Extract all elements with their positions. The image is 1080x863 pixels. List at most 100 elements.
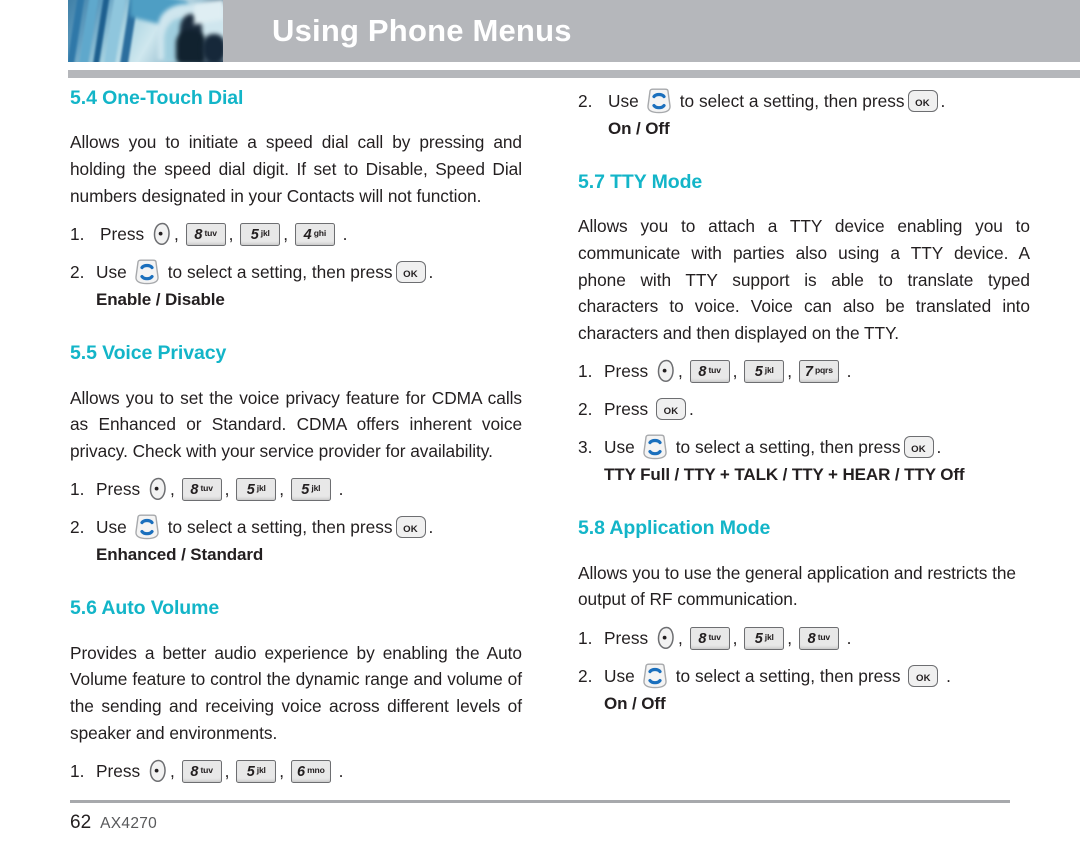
keypad-key-5: 5 jkl [744,626,785,650]
navigation-up-down-key-icon [132,514,162,540]
ok-key-icon: OK [907,90,938,112]
options-text: On / Off [608,119,670,138]
step-label: Use [604,666,635,687]
keypad-key-4: 4 ghi [294,222,335,246]
menu-key-icon [148,759,168,783]
step-number: 2. [578,399,593,420]
step-label: Press [604,361,649,382]
step-press-keys: 1. Press , 8 tuv, 5 jkl, 5 jkl . [70,476,522,502]
ok-key-icon: OK [903,436,934,459]
options-row: TTY Full / TTY + TALK / TTY + HEAR / TTY… [578,462,1030,488]
keypad-key-8b: 8 tuv [798,626,839,650]
step-number: 2. [70,262,85,283]
right-column: 2. Use to select a setting, then press O… [578,88,1030,717]
section-heading: 5.7 TTY Mode [578,171,703,193]
options-text: TTY Full / TTY + TALK / TTY + HEAR / TTY… [604,465,965,485]
page-header: Using Phone Menus [0,0,1080,62]
menu-key-icon [656,626,676,650]
menu-key-icon [656,359,676,383]
step-label: Press [100,224,145,245]
keypad-key-5: 5 jkl [236,759,277,783]
keypad-key-7: 7 pqrs [798,359,839,383]
section-auto-volume: 5.6 Auto Volume Provides a better audio … [70,597,522,784]
step-label: Press [96,479,141,500]
options-row: On / Off [578,116,1030,142]
step-tail-text: to select a setting, then press [167,262,393,283]
step-press-keys: 1. Press , 8 tuv, 5 jkl, 6 mno . [70,758,522,784]
step-number: 2. [578,666,593,687]
step-select-setting: 2. Use to select a setting, then press O… [70,259,522,285]
step-select-setting: 2. Use to select a setting, then press O… [70,514,522,540]
menu-key-icon [148,477,168,501]
options-row: Enhanced / Standard [70,542,522,568]
keypad-key-5: 5 jkl [240,222,281,246]
step-number: 2. [578,91,593,111]
ok-key-icon: OK [395,261,426,284]
keypad-key-8: 8 tuv [689,626,730,650]
step-tail-text: to select a setting, then press [167,517,393,538]
section-one-touch-dial: 5.4 One-Touch Dial Allows you to initiat… [70,87,522,313]
options-text: Enhanced / Standard [96,545,264,565]
navigation-up-down-key-icon [132,259,162,285]
page-footer: 62 AX4270 [70,812,157,834]
keypad-key-5: 5 jkl [236,477,277,501]
step-press-ok: 2. Press OK. [578,396,1030,422]
section-voice-privacy: 5.5 Voice Privacy Allows you to set the … [70,342,522,568]
step-press-keys: 1. Press , 8 tuv, 5 jkl, 4 ghi . [70,221,522,247]
ok-key-icon: OK [908,665,939,688]
step-number: 1. [70,761,85,782]
step-select-setting: 2. Use to select a setting, then press O… [578,663,1030,689]
step-number: 1. [70,224,85,245]
section-tty-mode: 5.7 TTY Mode Allows you to attach a TTY … [578,171,1030,488]
continued-step-group: 2. Use to select a setting, then press O… [578,88,1030,142]
section-heading: 5.8 Application Mode [578,517,771,540]
options-text: On / Off [604,694,666,714]
footer-divider-rule [70,800,1010,803]
step-label: Use [96,517,127,538]
section-body: Allows you to initiate a speed dial call… [70,132,522,206]
keypad-key-5: 5 jkl [744,359,785,383]
section-body: Provides a better audio experience by en… [70,642,522,743]
menu-key-icon [152,222,172,246]
keypad-key-8: 8 tuv [181,477,222,501]
left-column: 5.4 One-Touch Dial Allows you to initiat… [70,87,522,784]
section-heading: 5.4 One-Touch Dial [70,87,244,109]
ok-key-icon: OK [656,398,686,421]
keypad-key-8: 8 tuv [689,359,730,383]
step-tail-text: to select a setting, then press [675,666,901,687]
keypad-key-8: 8 tuv [185,222,226,246]
step-select-setting: 2. Use to select a setting, then press O… [578,88,1030,114]
navigation-up-down-key-icon [640,434,670,460]
step-tail-text: to select a setting, then press [675,437,901,458]
ok-key-icon: OK [395,516,426,539]
step-number: 3. [578,437,593,458]
step-number: 1. [70,479,85,500]
page-number: 62 [70,812,92,833]
step-label: Press [604,628,649,649]
step-label: Press [96,761,141,782]
options-row: On / Off [578,691,1030,717]
step-number: 2. [70,517,85,538]
options-row: Enable / Disable [70,287,522,313]
step-select-setting: 3. Use to select a setting, then press O… [578,434,1030,460]
section-application-mode: 5.8 Application Mode Allows you to use t… [578,517,1030,717]
step-number: 1. [578,628,593,649]
page-title: Using Phone Menus [272,13,572,48]
section-heading: 5.6 Auto Volume [70,597,220,620]
keypad-key-6: 6 mno [290,759,331,783]
step-label: Use [96,262,127,283]
section-body: Allows you to attach a TTY device enabli… [578,216,1030,343]
step-tail-text: to select a setting, then press [679,91,905,111]
section-body: Allows you to set the voice privacy feat… [70,387,522,461]
section-body: Allows you to use the general applicatio… [578,562,1016,610]
header-divider-rule [68,70,1080,78]
step-number: 1. [578,361,593,382]
section-heading: 5.5 Voice Privacy [70,342,227,365]
options-text: Enable / Disable [96,290,225,310]
step-label: Press [604,399,649,420]
keypad-key-5b: 5 jkl [290,477,331,501]
navigation-up-down-key-icon [640,663,670,689]
navigation-up-down-key-icon [644,88,674,114]
step-label: Use [604,437,635,458]
step-press-keys: 1. Press , 8 tuv, 5 jkl, 8 tuv . [578,625,1030,651]
